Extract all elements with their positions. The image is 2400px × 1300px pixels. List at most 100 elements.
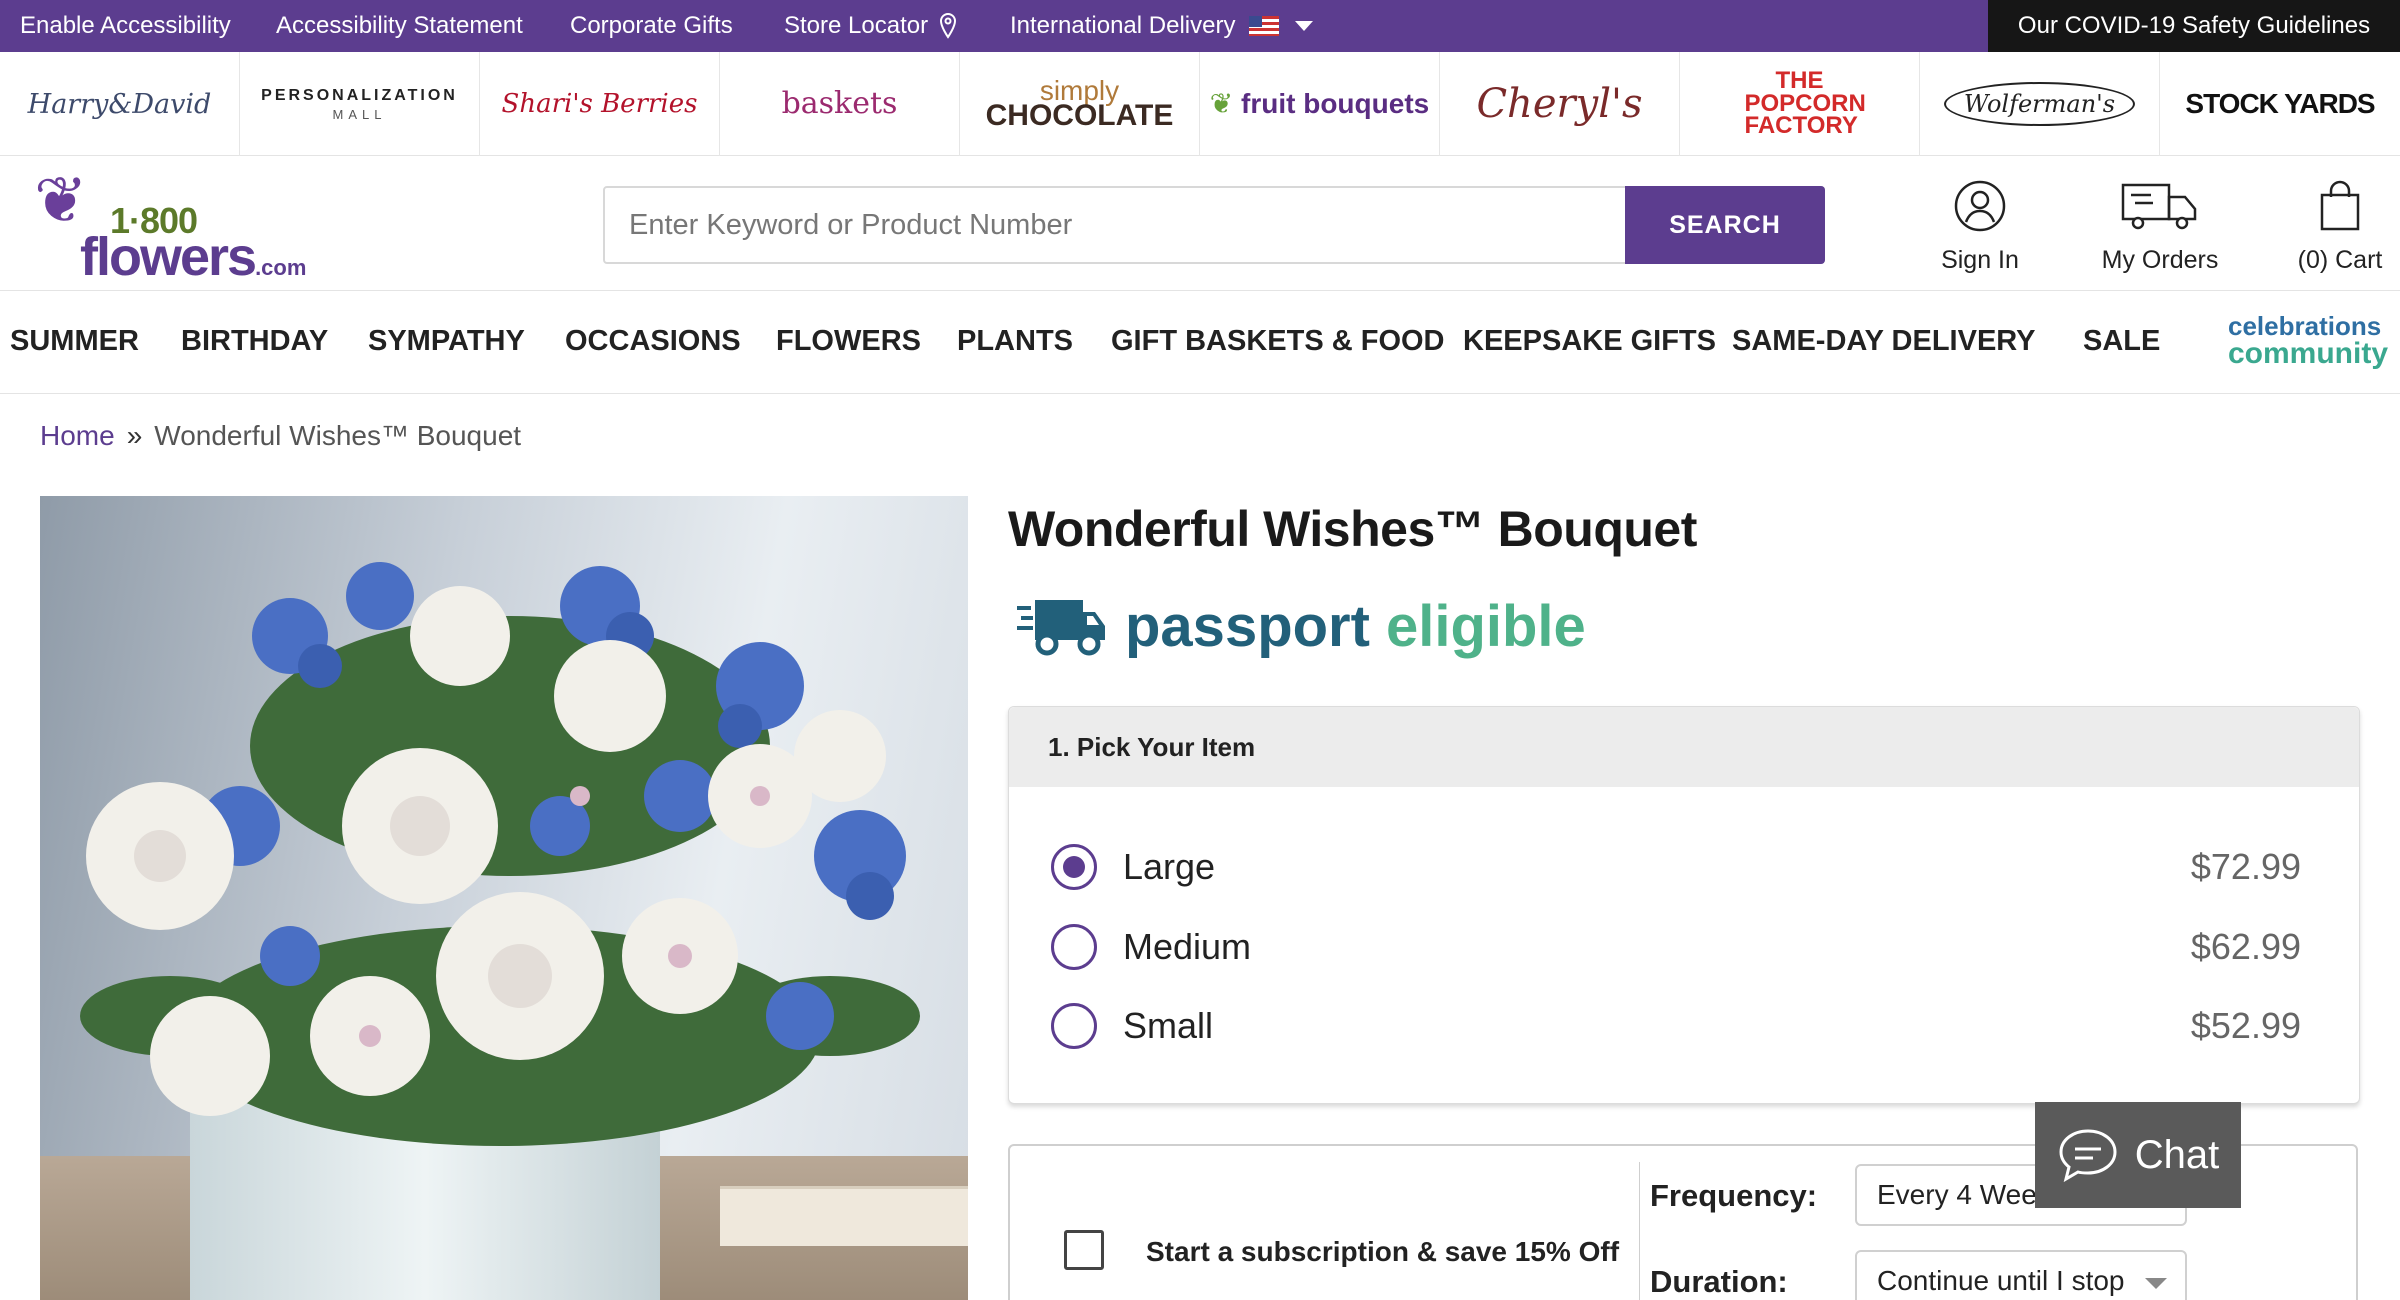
subscription-checkbox[interactable]: [1064, 1230, 1104, 1270]
enable-accessibility-link[interactable]: Enable Accessibility: [20, 12, 231, 40]
option-large-price: $72.99: [2190, 846, 2301, 887]
my-orders-button[interactable]: My Orders: [2100, 172, 2220, 275]
site-logo[interactable]: ❦ 1·800 flowers.com: [24, 164, 306, 287]
logo-suffix: .com: [255, 255, 307, 280]
shopping-bag-icon: [2290, 172, 2390, 240]
us-flag-icon: [1249, 16, 1280, 36]
chevron-down-icon: [1295, 21, 1314, 31]
celebrations-community-link[interactable]: celebrations community: [2228, 313, 2388, 369]
divider: [1639, 1162, 1640, 1300]
delivery-truck-icon: [1017, 600, 1105, 656]
brand-personalization-mall[interactable]: PERSONALIZATION MALL: [240, 52, 480, 156]
nav-gift-baskets-food[interactable]: GIFT BASKETS & FOOD: [1111, 325, 1445, 358]
nav-same-day-delivery[interactable]: SAME-DAY DELIVERY: [1732, 325, 2036, 358]
brand-chocolate-logo: simply CHOCOLATE: [986, 77, 1174, 131]
option-large[interactable]: Large $72.99: [1051, 843, 2301, 891]
brand-pm-text: PERSONALIZATION: [261, 86, 458, 104]
logo-word-text: flowers: [80, 227, 257, 287]
nav-occasions[interactable]: OCCASIONS: [565, 325, 741, 358]
radio-small[interactable]: [1051, 1003, 1097, 1049]
brand-cheryls[interactable]: Cheryl's: [1440, 52, 1680, 156]
nav-sale[interactable]: SALE: [2083, 325, 2160, 358]
brand-stock-yards[interactable]: STOCK YARDS: [2160, 52, 2400, 156]
brand-sharis-berries[interactable]: Shari's Berries: [480, 52, 720, 156]
brand-stockyards-logo: STOCK YARDS: [2185, 88, 2375, 119]
product-title: Wonderful Wishes™ Bouquet: [1008, 501, 1697, 557]
breadcrumb-separator: »: [126, 420, 143, 451]
bouquet-illustration: [80, 562, 920, 1146]
search-button[interactable]: SEARCH: [1625, 186, 1825, 264]
eligible-label: eligible: [1385, 593, 1586, 659]
option-small[interactable]: Small $52.99: [1051, 1002, 2301, 1050]
brand-strip: Harry&David PERSONALIZATION MALL Shari's …: [0, 52, 2400, 156]
sign-in-button[interactable]: Sign In: [1920, 172, 2040, 275]
brand-simply-chocolate[interactable]: simply CHOCOLATE: [960, 52, 1200, 156]
search-input[interactable]: [605, 188, 1625, 262]
radio-medium[interactable]: [1051, 924, 1097, 970]
brand-cheryls-logo: Cheryl's: [1476, 81, 1643, 127]
brand-pm-sub: MALL: [332, 106, 387, 122]
pick-item-heading: 1. Pick Your Item: [1009, 707, 2359, 787]
chat-label: Chat: [2134, 1132, 2220, 1177]
brand-chocolate-main: CHOCOLATE: [985, 99, 1174, 132]
chat-button[interactable]: Chat: [2035, 1102, 2241, 1208]
brand-fruit-logo: ❦ fruit bouquets: [1210, 90, 1429, 118]
passport-label: passport: [1125, 593, 1370, 659]
nav-birthday[interactable]: BIRTHDAY: [181, 325, 328, 358]
brand-wolfermans-logo: Wolferman's: [1943, 82, 2136, 126]
my-orders-label: My Orders: [2101, 246, 2219, 274]
map-pin-icon: [940, 12, 957, 39]
option-medium-price: $62.99: [2190, 926, 2301, 967]
passport-eligible-badge: passport eligible: [1015, 590, 1586, 662]
brand-fruit-text: fruit bouquets: [1241, 88, 1430, 119]
covid-guidelines-link[interactable]: Our COVID-19 Safety Guidelines: [1988, 0, 2400, 52]
user-icon: [1920, 172, 2040, 240]
brand-sharis-logo: Shari's Berries: [501, 89, 698, 119]
subscription-label: Start a subscription & save 15% Off: [1146, 1236, 1620, 1267]
breadcrumb-home-link[interactable]: Home: [40, 420, 115, 451]
store-locator-link[interactable]: Store Locator: [784, 12, 958, 40]
option-small-label: Small: [1123, 1005, 1214, 1046]
main-nav: SUMMER BIRTHDAY SYMPATHY OCCASIONS FLOWE…: [0, 290, 2400, 394]
cart-label: (0) Cart: [2297, 246, 2383, 274]
nav-summer[interactable]: SUMMER: [10, 325, 139, 358]
corporate-gifts-link[interactable]: Corporate Gifts: [570, 12, 733, 40]
frequency-label: Frequency:: [1650, 1178, 1818, 1213]
brand-baskets-logo: baskets: [781, 86, 898, 121]
brand-wolfermans[interactable]: Wolferman's: [1920, 52, 2160, 156]
duration-label: Duration:: [1650, 1264, 1788, 1299]
radio-large[interactable]: [1051, 844, 1097, 890]
international-delivery-link[interactable]: International Delivery: [1010, 12, 1314, 40]
duration-select[interactable]: Continue until I stop: [1855, 1250, 2187, 1300]
breadcrumb: Home » Wonderful Wishes™ Bouquet: [40, 420, 521, 452]
sign-in-label: Sign In: [1941, 246, 2019, 274]
brand-harry-david[interactable]: Harry&David: [0, 52, 240, 156]
nav-keepsake-gifts[interactable]: KEEPSAKE GIFTS: [1463, 325, 1716, 358]
nav-sympathy[interactable]: SYMPATHY: [368, 325, 525, 358]
tulip-icon: ❦: [34, 164, 88, 236]
duration-value: Continue until I stop: [1877, 1265, 2125, 1296]
celebrations-label: celebrations: [2228, 311, 2382, 341]
brand-popcorn-factory[interactable]: THE POPCORN FACTORY: [1680, 52, 1920, 156]
option-medium-label: Medium: [1123, 926, 1252, 967]
cart-button[interactable]: (0) Cart: [2290, 172, 2390, 275]
brand-baskets[interactable]: baskets: [720, 52, 960, 156]
pick-item-panel: 1. Pick Your Item Large $72.99 Medium $6…: [1008, 706, 2360, 1104]
brand-fruit-bouquets[interactable]: ❦ fruit bouquets: [1200, 52, 1440, 156]
utility-bar: Enable Accessibility Accessibility State…: [0, 0, 2400, 52]
brand-popcorn-logo: THE POPCORN FACTORY: [1744, 66, 1866, 140]
leaf-icon: ❦: [1209, 88, 1234, 119]
logo-word: flowers.com: [80, 226, 306, 288]
search-bar: SEARCH: [603, 186, 1825, 264]
nav-plants[interactable]: PLANTS: [957, 325, 1073, 358]
international-delivery-label: International Delivery: [1010, 12, 1236, 39]
nav-flowers[interactable]: FLOWERS: [776, 325, 921, 358]
option-large-label: Large: [1123, 846, 1216, 887]
accessibility-statement-link[interactable]: Accessibility Statement: [276, 12, 523, 40]
store-locator-label: Store Locator: [784, 12, 929, 39]
option-small-price: $52.99: [2190, 1005, 2301, 1046]
option-medium[interactable]: Medium $62.99: [1051, 923, 2301, 971]
product-image[interactable]: [40, 496, 968, 1300]
brand-personalization-mall-logo: PERSONALIZATION MALL: [261, 86, 458, 122]
brand-harry-david-logo: Harry&David: [27, 88, 212, 120]
